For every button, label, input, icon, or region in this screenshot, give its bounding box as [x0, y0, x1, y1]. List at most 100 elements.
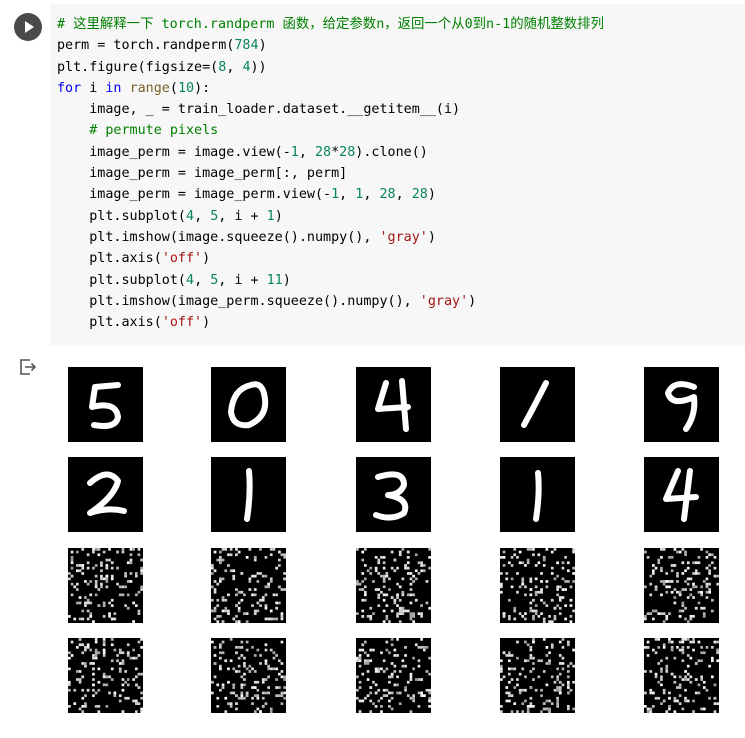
code-token: (	[169, 80, 178, 96]
code-token: ):	[194, 80, 211, 96]
permuted-pixels-image	[500, 638, 575, 713]
code-token: )	[258, 38, 267, 54]
run-cell-button[interactable]	[14, 13, 42, 41]
code-token: ,	[226, 59, 243, 75]
code-line: plt.axis('off')	[57, 312, 604, 333]
digit-image-0	[211, 367, 286, 442]
permuted-pixels-image	[644, 638, 719, 713]
code-token: 11	[266, 272, 283, 288]
code-token: )	[282, 272, 291, 288]
code-token: plt.axis(	[57, 315, 162, 331]
code-token: 784	[234, 38, 259, 54]
code-line: image_perm = image_perm.view(-1, 1, 28, …	[57, 184, 604, 205]
code-token: )	[202, 251, 211, 267]
code-token: image, _ = train_loader.dataset.__getite…	[57, 102, 461, 118]
play-icon	[25, 21, 34, 33]
code-token: for	[57, 80, 82, 96]
code-token: plt.subplot(	[57, 272, 186, 288]
code-line: image, _ = train_loader.dataset.__getite…	[57, 99, 604, 120]
code-token: ,	[194, 272, 211, 288]
code-token: in	[105, 80, 122, 96]
digit-image-4	[356, 367, 431, 442]
code-line: for i in range(10):	[57, 78, 604, 99]
code-line: plt.axis('off')	[57, 248, 604, 269]
permuted-pixels-image	[500, 548, 575, 623]
code-token: 28	[411, 187, 428, 203]
digit-image-1	[211, 457, 286, 532]
code-token: )	[468, 293, 477, 309]
code-token: 4	[186, 272, 195, 288]
digit-image-5	[68, 367, 143, 442]
code-token: ,	[298, 144, 315, 160]
code-token: ,	[363, 187, 380, 203]
code-token: 10	[177, 80, 195, 96]
code-token: )	[202, 315, 211, 331]
code-line: plt.subplot(4, 5, i + 1)	[57, 206, 604, 227]
code-token: 'gray'	[379, 229, 428, 245]
digit-image-4	[644, 457, 719, 532]
code-token: plt.imshow(image.squeeze().numpy(),	[57, 229, 380, 245]
code-token: plt.axis(	[57, 251, 162, 267]
code-token: 1	[331, 187, 340, 203]
code-token: 1	[266, 208, 275, 224]
permuted-pixels-image	[356, 638, 431, 713]
permuted-pixels-image	[211, 548, 286, 623]
digit-image-3	[356, 457, 431, 532]
code-line: plt.imshow(image_perm.squeeze().numpy(),…	[57, 291, 604, 312]
code-token: image_perm = image_perm[:, perm]	[57, 166, 348, 182]
code-line: plt.figure(figsize=(8, 4))	[57, 57, 604, 78]
digit-image-9	[644, 367, 719, 442]
code-token: plt.subplot(	[57, 208, 186, 224]
permuted-pixels-image	[356, 548, 431, 623]
code-token: 4	[242, 59, 251, 75]
code-token: 28	[379, 187, 396, 203]
permuted-pixels-image	[68, 638, 143, 713]
code-token: , i +	[218, 208, 267, 224]
code-token: # permute pixels	[89, 123, 219, 139]
digit-image-1	[500, 457, 575, 532]
code-line: image_perm = image_perm[:, perm]	[57, 163, 604, 184]
code-token: ))	[250, 59, 267, 75]
code-token: )	[427, 229, 436, 245]
digit-image-1	[500, 367, 575, 442]
code-token: )	[427, 187, 436, 203]
code-token: 'off'	[161, 251, 203, 267]
code-token: image_perm = image.view(-	[57, 144, 291, 160]
permuted-pixels-image	[68, 548, 143, 623]
code-token: plt.figure(figsize=(	[57, 59, 219, 75]
notebook-code-cell: # 这里解释一下 torch.randperm 函数，给定参数n，返回一个从0到…	[0, 0, 745, 738]
code-token: *	[331, 144, 340, 160]
code-token: ,	[194, 208, 211, 224]
code-token: range	[129, 80, 170, 96]
code-line: # permute pixels	[57, 120, 604, 141]
code-line: perm = torch.randperm(784)	[57, 35, 604, 56]
code-token: 4	[186, 208, 195, 224]
code-token: plt.imshow(image_perm.squeeze().numpy(),	[57, 293, 420, 309]
cell-output	[50, 350, 745, 738]
code-token: # 这里解释一下 torch.randperm 函数，给定参数n，返回一个从0到…	[57, 17, 604, 32]
code-token: ,	[339, 187, 356, 203]
code-token: i	[81, 80, 106, 96]
code-token: 'gray'	[419, 293, 469, 309]
code-token: 1	[290, 144, 299, 160]
code-token: 28	[314, 144, 332, 160]
code-line: image_perm = image.view(-1, 28*28).clone…	[57, 142, 604, 163]
code-line: plt.imshow(image.squeeze().numpy(), 'gra…	[57, 227, 604, 248]
permuted-pixels-image	[211, 638, 286, 713]
code-token: )	[274, 208, 283, 224]
permuted-pixels-image	[644, 548, 719, 623]
code-token: ,	[395, 187, 412, 203]
code-text: # 这里解释一下 torch.randperm 函数，给定参数n，返回一个从0到…	[57, 14, 604, 333]
code-token: perm = torch.randperm(	[57, 38, 235, 54]
code-token: , i +	[218, 272, 267, 288]
code-token: 28	[339, 144, 356, 160]
code-line: plt.subplot(4, 5, i + 11)	[57, 270, 604, 291]
code-line: # 这里解释一下 torch.randperm 函数，给定参数n，返回一个从0到…	[57, 14, 604, 35]
output-exit-icon[interactable]	[17, 356, 39, 378]
code-token: 'off'	[161, 315, 203, 331]
code-token: ).clone()	[355, 144, 428, 160]
code-token: image_perm = image_perm.view(-	[57, 187, 332, 203]
digit-image-2	[68, 457, 143, 532]
